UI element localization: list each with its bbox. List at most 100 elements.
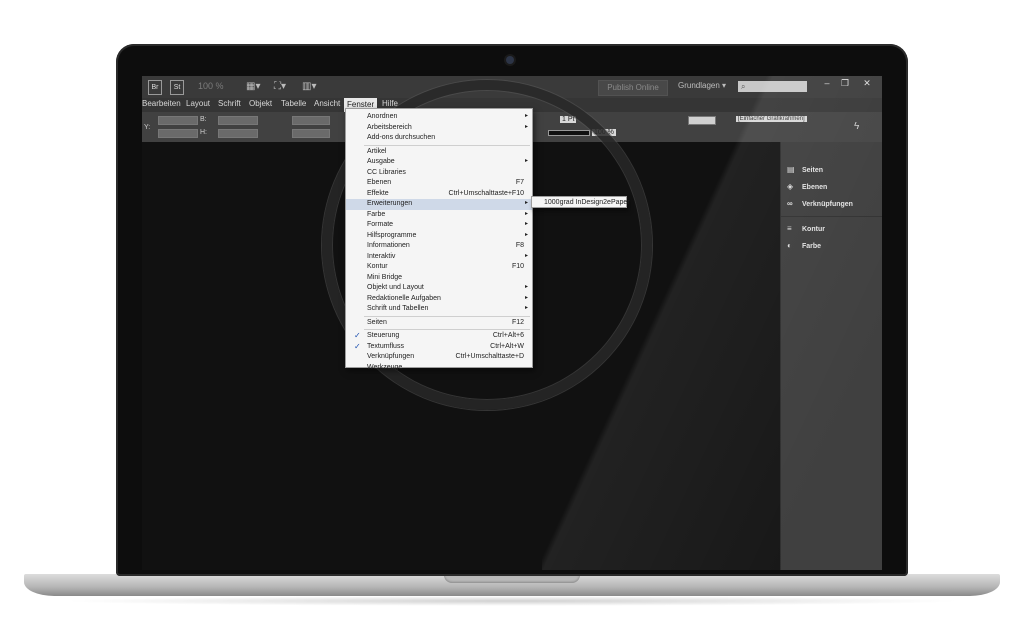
panel-kontur[interactable]: ≡ Kontur: [787, 225, 825, 233]
menu-item-label: Verknüpfungen: [367, 353, 415, 360]
search-input[interactable]: ⌕: [738, 81, 807, 92]
fenster-menu-item[interactable]: Seiten F12: [346, 318, 532, 329]
menu-item-label: Ausgabe: [367, 158, 395, 165]
fenster-menu-item[interactable]: Hilfsprogramme ▸: [346, 231, 532, 242]
bridge-button[interactable]: Br: [148, 80, 162, 95]
menu-item-shortcut: F8: [515, 242, 524, 249]
checkmark-icon: ✓: [354, 341, 361, 351]
fenster-menu-item[interactable]: Ausgabe ▸: [346, 157, 532, 168]
menu-item-label: Effekte: [367, 189, 389, 197]
lightning-icon[interactable]: ϟ: [854, 121, 859, 132]
fenster-menu-item[interactable]: Redaktionelle Aufgaben ▸: [346, 294, 532, 305]
menu-item-shortcut: F12: [511, 318, 524, 326]
fenster-menu-item[interactable]: Kontur F10: [346, 262, 532, 273]
submenu-arrow-icon: ▸: [524, 221, 528, 227]
zoom-level[interactable]: 100 %: [198, 81, 224, 91]
workspace-switcher[interactable]: Grundlagen ▾: [678, 81, 726, 90]
menu-item-shortcut: Ctrl+Alt+W: [490, 342, 524, 350]
panel-dock: ▤ Seiten ◈ Ebenen ∞ Verknüpfungen ≡ Kontur ◐…: [780, 142, 882, 570]
submenu-arrow-icon: ▸: [524, 210, 528, 217]
menu-item-label: Formate: [367, 221, 394, 228]
pages-icon: ▤: [787, 165, 795, 174]
reference-field[interactable]: [688, 116, 716, 125]
fenster-menu-item[interactable]: CC Libraries: [346, 168, 532, 179]
menu-bearbeiten[interactable]: Bearbeiten: [142, 99, 181, 108]
object-style-select[interactable]: [Einfacher Grafikrahmen]: [736, 116, 807, 122]
fenster-menu-item[interactable]: Mini Bridge: [346, 273, 532, 284]
menu-schrift[interactable]: Schrift: [218, 99, 241, 108]
fenster-menu-item[interactable]: Arbeitsbereich ▸: [346, 123, 532, 134]
minimize-icon[interactable]: –: [818, 77, 836, 89]
fenster-menu-item[interactable]: Werkzeuge: [346, 363, 532, 374]
menu-ansicht[interactable]: Ansicht: [314, 99, 340, 108]
fenster-menu-item[interactable]: Ebenen F7: [346, 178, 532, 189]
scale-y-field[interactable]: [292, 129, 330, 138]
app-titlebar: Br St 100 % ▦▾ ⛶▾ ▥▾ Publish Online Grun…: [142, 76, 882, 98]
fenster-menu-item[interactable]: Objekt und Layout ▸: [346, 283, 532, 294]
fenster-menu-item[interactable]: Informationen F8: [346, 241, 532, 252]
menu-item-label: Schrift und Tabellen: [367, 305, 429, 312]
arrange-documents-icon[interactable]: ▥▾: [302, 80, 324, 93]
submenu-arrow-icon: ▸: [524, 123, 528, 130]
fenster-menu-item[interactable]: Verknüpfungen Ctrl+Umschalttaste+D: [346, 352, 532, 363]
menu-tabelle[interactable]: Tabelle: [281, 99, 306, 108]
fenster-menu-item[interactable]: Formate ▸: [346, 220, 532, 231]
fenster-menu-item[interactable]: Artikel: [346, 147, 532, 158]
fenster-menu-item[interactable]: Farbe ▸: [346, 210, 532, 221]
x-field[interactable]: [158, 116, 198, 125]
erweiterungen-submenu-item[interactable]: 1000grad InDesign2ePaper: [531, 196, 630, 208]
menu-item-label: Anordnen: [367, 113, 398, 120]
menu-item-label: Artikel: [367, 147, 387, 155]
opacity-field[interactable]: 100 %: [592, 129, 616, 136]
stock-button[interactable]: St: [170, 80, 184, 95]
fenster-menu-item[interactable]: ✓ Steuerung Ctrl+Alt+6: [346, 331, 532, 342]
panel-farbe[interactable]: ◐ Farbe: [787, 242, 821, 250]
menu-item-shortcut: Ctrl+Umschalttaste+D: [455, 353, 524, 360]
stroke-icon: ≡: [787, 224, 792, 233]
search-icon: ⌕: [741, 82, 746, 91]
close-icon[interactable]: ✕: [858, 77, 876, 89]
menu-item-label: Textumfluss: [367, 342, 404, 350]
screen-mode-icon[interactable]: ⛶▾: [274, 80, 296, 93]
panel-ebenen-label: Ebenen: [802, 183, 828, 191]
menu-item-label: Steuerung: [367, 332, 400, 339]
panel-ebenen[interactable]: ◈ Ebenen: [787, 183, 827, 191]
menu-layout[interactable]: Layout: [186, 99, 210, 108]
fenster-menu-item[interactable]: Schrift und Tabellen ▸: [346, 304, 532, 315]
publish-online-button[interactable]: Publish Online: [598, 80, 668, 96]
h-label: H:: [200, 129, 207, 136]
menu-item-label: Hilfsprogramme: [367, 231, 417, 239]
y-label: Y:: [144, 124, 151, 131]
color-icon: ◐: [787, 241, 792, 250]
view-options-icon[interactable]: ▦▾: [246, 80, 268, 93]
stroke-type-select[interactable]: [548, 130, 590, 136]
panel-seiten-label: Seiten: [802, 166, 824, 174]
panel-verknuepfungen[interactable]: ∞ Verknüpfungen: [787, 200, 853, 208]
fenster-menu-item[interactable]: Add-ons durchsuchen: [346, 133, 532, 144]
fenster-menu-item[interactable]: Erweiterungen ▸: [346, 199, 532, 210]
height-field[interactable]: [218, 129, 258, 138]
menu-item-label: Werkzeuge: [367, 363, 403, 371]
camera-icon: [506, 56, 514, 64]
panel-seiten[interactable]: ▤ Seiten: [787, 166, 823, 174]
fenster-menu-item[interactable]: Anordnen ▸: [346, 112, 532, 123]
fenster-menu-item[interactable]: Effekte Ctrl+Umschalttaste+F10: [346, 189, 532, 200]
y-field[interactable]: [158, 129, 198, 138]
stroke-weight-field[interactable]: 1 Pt: [560, 116, 577, 123]
restore-icon[interactable]: ❐: [836, 77, 854, 89]
submenu-arrow-icon: ▸: [524, 294, 528, 301]
w-label: B:: [200, 116, 207, 123]
workspace-label: Grundlagen: [678, 81, 720, 90]
menu-item-label: Interaktiv: [367, 252, 396, 260]
menu-item-label: Ebenen: [367, 179, 392, 186]
menu-item-label: Mini Bridge: [367, 273, 403, 281]
submenu-arrow-icon: ▸: [524, 158, 528, 164]
submenu-arrow-icon: ▸: [524, 284, 528, 290]
fenster-menu-item[interactable]: Interaktiv ▸: [346, 252, 532, 263]
menu-objekt[interactable]: Objekt: [249, 99, 272, 108]
scale-x-field[interactable]: [292, 116, 330, 125]
fenster-menu-item[interactable]: ✓ Textumfluss Ctrl+Alt+W: [346, 342, 532, 353]
width-field[interactable]: [218, 116, 258, 125]
menu-hilfe[interactable]: Hilfe: [382, 99, 398, 108]
panel-farbe-label: Farbe: [802, 242, 822, 250]
